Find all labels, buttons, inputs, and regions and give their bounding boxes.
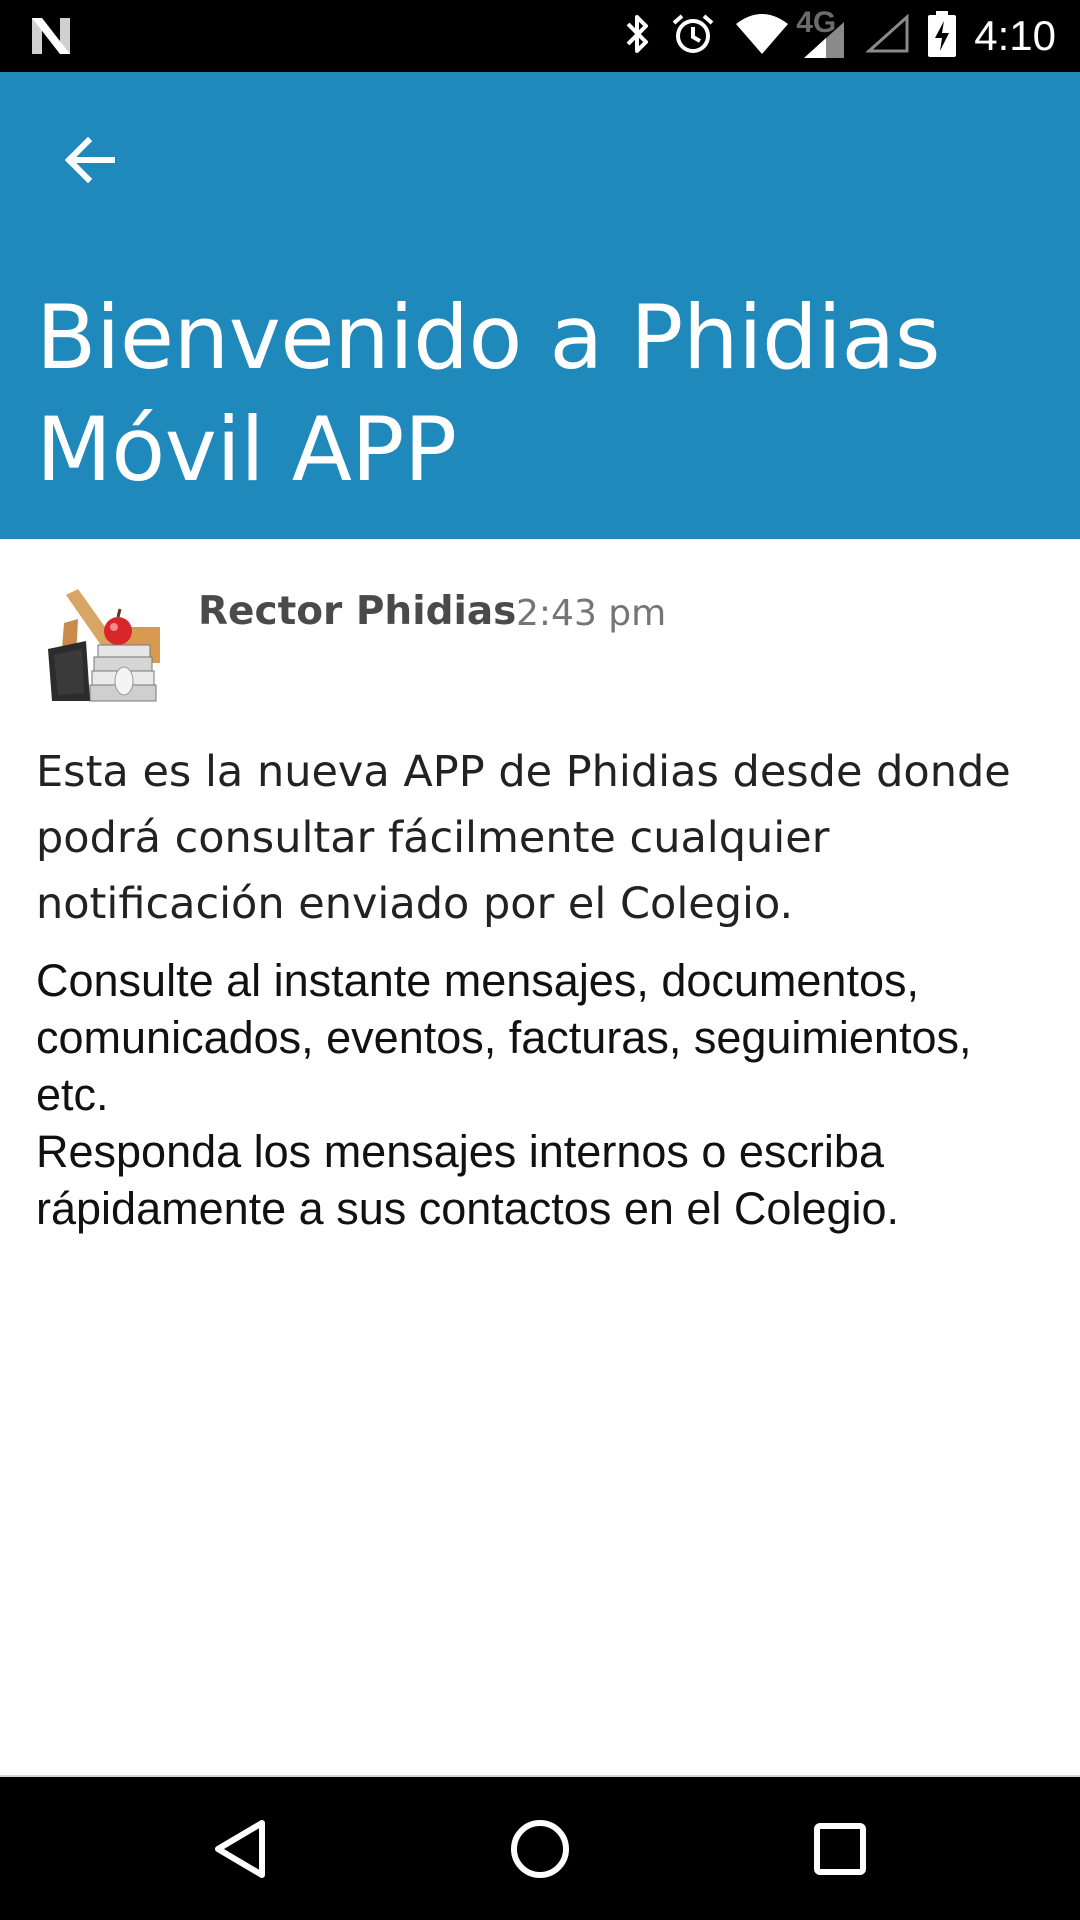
nav-home-button[interactable] [470,1777,610,1920]
wifi-icon [734,12,790,60]
message-lead: Esta es la nueva APP de Phidias desde do… [36,747,1011,929]
sender-name: Rector Phidias [198,589,517,634]
signal-icon [804,22,845,58]
status-bar: 4G 4:10 [0,0,1080,72]
message-content: Rector Phidias 2:43 pm Esta es la nueva … [0,539,1080,1775]
n-logo-icon [28,14,74,62]
nav-back-button[interactable] [170,1777,310,1920]
navigation-bar [0,1775,1080,1920]
avatar [44,583,164,703]
status-icons: 4G 4:10 [604,0,1056,72]
signal-empty-icon [865,13,910,58]
battery-charging-icon [928,11,957,61]
signal-group: 4G [796,0,848,72]
back-triangle-icon [215,1819,265,1878]
message-time: 2:43 pm [516,593,667,634]
message-paragraph: Responda los mensajes internos o escriba… [36,1126,900,1234]
alarm-icon [670,11,716,61]
home-circle-icon [511,1819,569,1878]
page-title: Bienvenido a Phidias Móvil APP [36,286,941,501]
arrow-back-icon [64,137,115,183]
app-header: Bienvenido a Phidias Móvil APP [0,72,1080,539]
nav-recents-button[interactable] [770,1777,910,1920]
bluetooth-icon [622,12,652,60]
back-button[interactable] [50,120,130,200]
message-paragraph: Consulte al instante mensajes, documento… [36,955,972,1120]
recents-square-icon [814,1822,866,1875]
status-time: 4:10 [974,12,1056,59]
message-body: Consulte al instante mensajes, documento… [36,952,1056,1237]
